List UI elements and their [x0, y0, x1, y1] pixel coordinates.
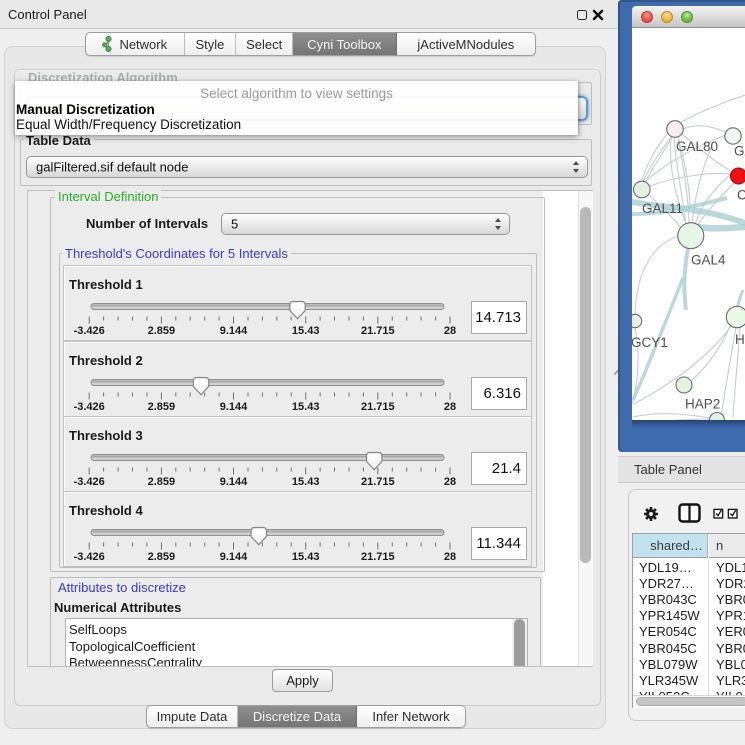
svg-text:21.715: 21.715	[361, 401, 395, 413]
svg-text:21.715: 21.715	[361, 325, 395, 337]
svg-text:21.715: 21.715	[361, 551, 395, 563]
svg-text:15.43: 15.43	[292, 551, 320, 563]
svg-text:-3.426: -3.426	[74, 325, 105, 337]
svg-text:9.144: 9.144	[220, 325, 248, 337]
svg-text:GAL11: GAL11	[642, 201, 683, 216]
svg-text:2.859: 2.859	[148, 325, 176, 337]
svg-text:GCY1: GCY1	[632, 335, 668, 350]
svg-text:-3.426: -3.426	[74, 551, 105, 563]
svg-text:-3.426: -3.426	[74, 401, 105, 413]
svg-text:2.859: 2.859	[148, 551, 176, 563]
svg-text:2.859: 2.859	[148, 476, 176, 488]
svg-text:21.715: 21.715	[361, 476, 395, 488]
svg-text:28: 28	[444, 401, 456, 413]
svg-text:GA: GA	[734, 144, 745, 159]
svg-text:2.859: 2.859	[148, 401, 176, 413]
svg-text:28: 28	[444, 551, 456, 563]
svg-text:9.144: 9.144	[220, 551, 248, 563]
svg-text:15.43: 15.43	[292, 476, 320, 488]
svg-text:-3.426: -3.426	[74, 476, 105, 488]
svg-text:HAP2: HAP2	[685, 397, 720, 412]
svg-text:28: 28	[444, 325, 456, 337]
svg-text:GAL80: GAL80	[676, 139, 718, 154]
svg-text:9.144: 9.144	[220, 401, 248, 413]
svg-text:15.43: 15.43	[292, 401, 320, 413]
svg-text:15.43: 15.43	[292, 325, 320, 337]
svg-text:H: H	[735, 332, 745, 347]
svg-text:C: C	[737, 188, 745, 203]
svg-text:GAL4: GAL4	[691, 253, 726, 268]
svg-text:9.144: 9.144	[220, 476, 248, 488]
svg-text:28: 28	[444, 476, 456, 488]
